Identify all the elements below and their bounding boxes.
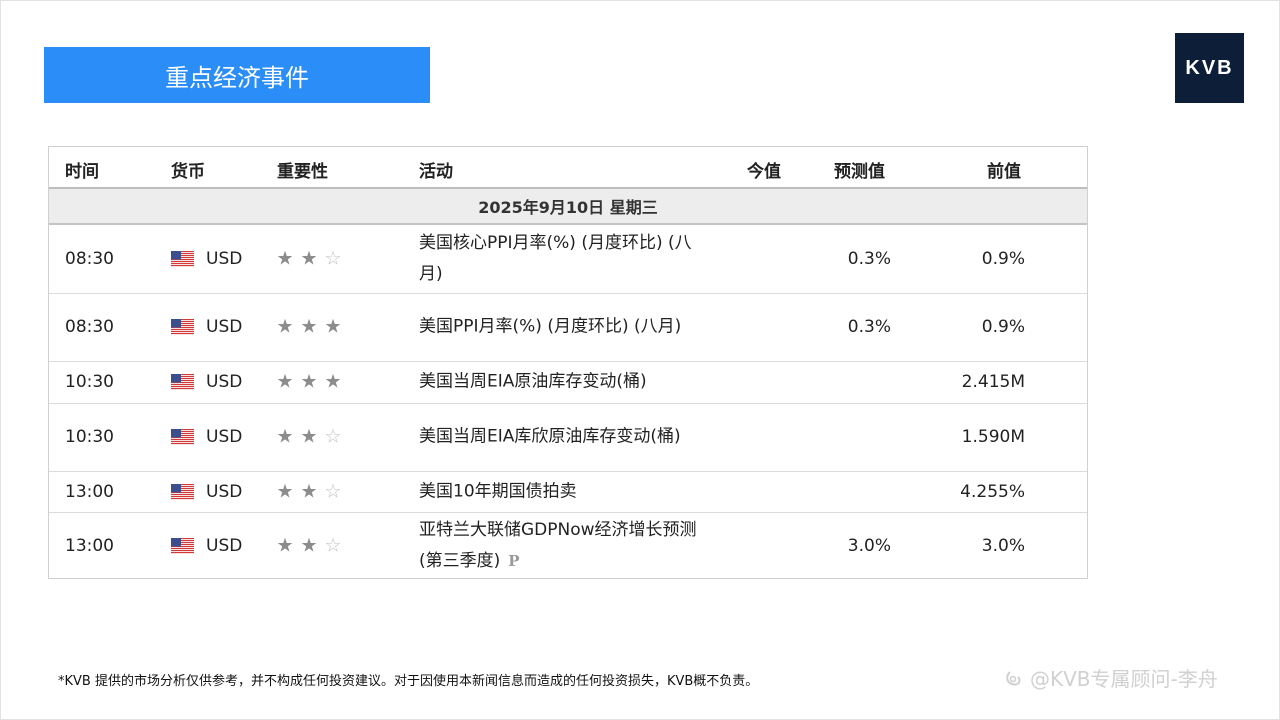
header-importance: 重要性 bbox=[277, 162, 328, 182]
event-forecast: 3.0% bbox=[847, 536, 891, 556]
star-filled-icon: ★ bbox=[300, 480, 318, 502]
header-previous: 前值 bbox=[987, 162, 1021, 182]
kvb-logo: KVB bbox=[1175, 33, 1244, 103]
event-currency: USD bbox=[171, 317, 242, 337]
star-filled-icon: ★ bbox=[300, 534, 318, 557]
event-previous: 2.415M bbox=[961, 372, 1025, 392]
importance-rating: ★ ★ ★ bbox=[275, 370, 343, 393]
activity-text: 美国当周EIA库欣原油库存变动(桶) bbox=[419, 426, 681, 447]
preliminary-badge: P bbox=[508, 552, 520, 570]
star-filled-icon: ★ bbox=[276, 315, 294, 338]
event-currency: USD bbox=[171, 427, 242, 447]
currency-code: USD bbox=[206, 249, 243, 269]
watermark-text: @KVB专属顾问-李舟 bbox=[1030, 667, 1218, 691]
event-time: 10:30 bbox=[65, 427, 114, 447]
header-time: 时间 bbox=[65, 162, 99, 182]
event-activity: 亚特兰大联储GDPNow经济增长预测 (第三季度) P bbox=[419, 515, 709, 577]
us-flag-icon bbox=[171, 374, 194, 390]
currency-code: USD bbox=[206, 427, 243, 447]
currency-code: USD bbox=[206, 536, 243, 556]
star-empty-icon: ☆ bbox=[324, 534, 342, 557]
header-activity: 活动 bbox=[419, 162, 453, 182]
event-previous: 1.590M bbox=[961, 427, 1025, 447]
star-filled-icon: ★ bbox=[276, 370, 294, 393]
event-activity: 美国10年期国债拍卖 bbox=[419, 476, 709, 507]
table-row: 08:30 USD ★ ★ ☆ 美国核心PPI月率(%) (月度环比) (八月) 0.3% 0… bbox=[49, 225, 1087, 294]
activity-text: 美国10年期国债拍卖 bbox=[419, 481, 577, 501]
event-forecast: 0.3% bbox=[847, 317, 891, 337]
star-filled-icon: ★ bbox=[300, 425, 318, 448]
activity-text: 美国PPI月率(%) (月度环比) (八月) bbox=[419, 316, 682, 337]
event-activity: 美国当周EIA原油库存变动(桶) bbox=[419, 367, 709, 398]
economic-events-table: 时间 货币 重要性 活动 今值 预测值 前值 2025年9月10日 星期三 08… bbox=[48, 146, 1088, 579]
star-filled-icon: ★ bbox=[324, 315, 342, 338]
header-currency: 货币 bbox=[171, 162, 205, 182]
section-title-banner: 重点经济事件 bbox=[44, 47, 430, 103]
importance-rating: ★ ★ ☆ bbox=[275, 425, 343, 448]
activity-text: 亚特兰大联储GDPNow经济增长预测 (第三季度) bbox=[419, 520, 697, 571]
star-filled-icon: ★ bbox=[300, 247, 318, 270]
event-previous: 0.9% bbox=[981, 317, 1025, 337]
header-forecast: 预测值 bbox=[834, 162, 885, 182]
disclaimer-text: *KVB 提供的市场分析仅供参考，并不构成任何投资建议。对于因使用本新闻信息而造… bbox=[58, 674, 759, 689]
event-time: 08:30 bbox=[65, 249, 114, 269]
header-actual: 今值 bbox=[747, 162, 781, 182]
star-filled-icon: ★ bbox=[324, 370, 342, 393]
date-group-row: 2025年9月10日 星期三 bbox=[49, 189, 1087, 225]
currency-code: USD bbox=[206, 317, 243, 337]
us-flag-icon bbox=[171, 319, 194, 335]
star-empty-icon: ☆ bbox=[324, 247, 342, 270]
table-row: 13:00 USD ★ ★ ☆ 亚特兰大联储GDPNow经济增长预测 (第三季度) P 3.0… bbox=[49, 512, 1087, 580]
table-row: 10:30 USD ★ ★ ☆ 美国当周EIA库欣原油库存变动(桶) 1.590M bbox=[49, 403, 1087, 472]
star-empty-icon: ☆ bbox=[324, 480, 342, 502]
event-activity: 美国核心PPI月率(%) (月度环比) (八月) bbox=[419, 228, 709, 290]
importance-rating: ★ ★ ☆ bbox=[275, 534, 343, 557]
weibo-icon bbox=[1006, 670, 1021, 685]
currency-code: USD bbox=[206, 372, 243, 392]
event-time: 08:30 bbox=[65, 317, 114, 337]
star-filled-icon: ★ bbox=[300, 370, 318, 393]
event-currency: USD bbox=[171, 482, 242, 502]
star-filled-icon: ★ bbox=[276, 480, 294, 502]
importance-rating: ★ ★ ☆ bbox=[275, 247, 343, 270]
event-currency: USD bbox=[171, 372, 242, 392]
event-previous: 4.255% bbox=[960, 481, 1025, 502]
event-activity: 美国PPI月率(%) (月度环比) (八月) bbox=[419, 312, 709, 343]
currency-code: USD bbox=[206, 481, 243, 502]
us-flag-icon bbox=[171, 251, 194, 267]
star-filled-icon: ★ bbox=[276, 534, 294, 557]
event-time: 13:00 bbox=[65, 481, 114, 502]
table-header: 时间 货币 重要性 活动 今值 预测值 前值 bbox=[49, 147, 1087, 189]
us-flag-icon bbox=[171, 483, 194, 500]
table-row: 13:00 USD ★ ★ ☆ 美国10年期国债拍卖 4.255% bbox=[49, 471, 1087, 513]
table-row: 08:30 USD ★ ★ ★ 美国PPI月率(%) (月度环比) (八月) 0.3% 0.9… bbox=[49, 293, 1087, 362]
star-filled-icon: ★ bbox=[300, 315, 318, 338]
event-time: 10:30 bbox=[65, 372, 114, 392]
event-previous: 3.0% bbox=[981, 536, 1025, 556]
us-flag-icon bbox=[171, 429, 194, 445]
star-filled-icon: ★ bbox=[276, 425, 294, 448]
event-time: 13:00 bbox=[65, 536, 114, 556]
star-empty-icon: ☆ bbox=[324, 425, 342, 448]
importance-rating: ★ ★ ★ bbox=[275, 315, 343, 338]
activity-text: 美国核心PPI月率(%) (月度环比) (八月) bbox=[419, 233, 692, 284]
event-currency: USD bbox=[171, 536, 242, 556]
star-filled-icon: ★ bbox=[276, 247, 294, 270]
table-row: 10:30 USD ★ ★ ★ 美国当周EIA原油库存变动(桶) 2.415M bbox=[49, 361, 1087, 404]
event-forecast: 0.3% bbox=[847, 249, 891, 269]
watermark: @KVB专属顾问-李舟 bbox=[1004, 663, 1218, 692]
event-currency: USD bbox=[171, 249, 242, 269]
importance-rating: ★ ★ ☆ bbox=[275, 482, 343, 501]
event-previous: 0.9% bbox=[981, 249, 1025, 269]
us-flag-icon bbox=[171, 538, 194, 554]
event-activity: 美国当周EIA库欣原油库存变动(桶) bbox=[419, 422, 709, 453]
activity-text: 美国当周EIA原油库存变动(桶) bbox=[419, 371, 647, 392]
